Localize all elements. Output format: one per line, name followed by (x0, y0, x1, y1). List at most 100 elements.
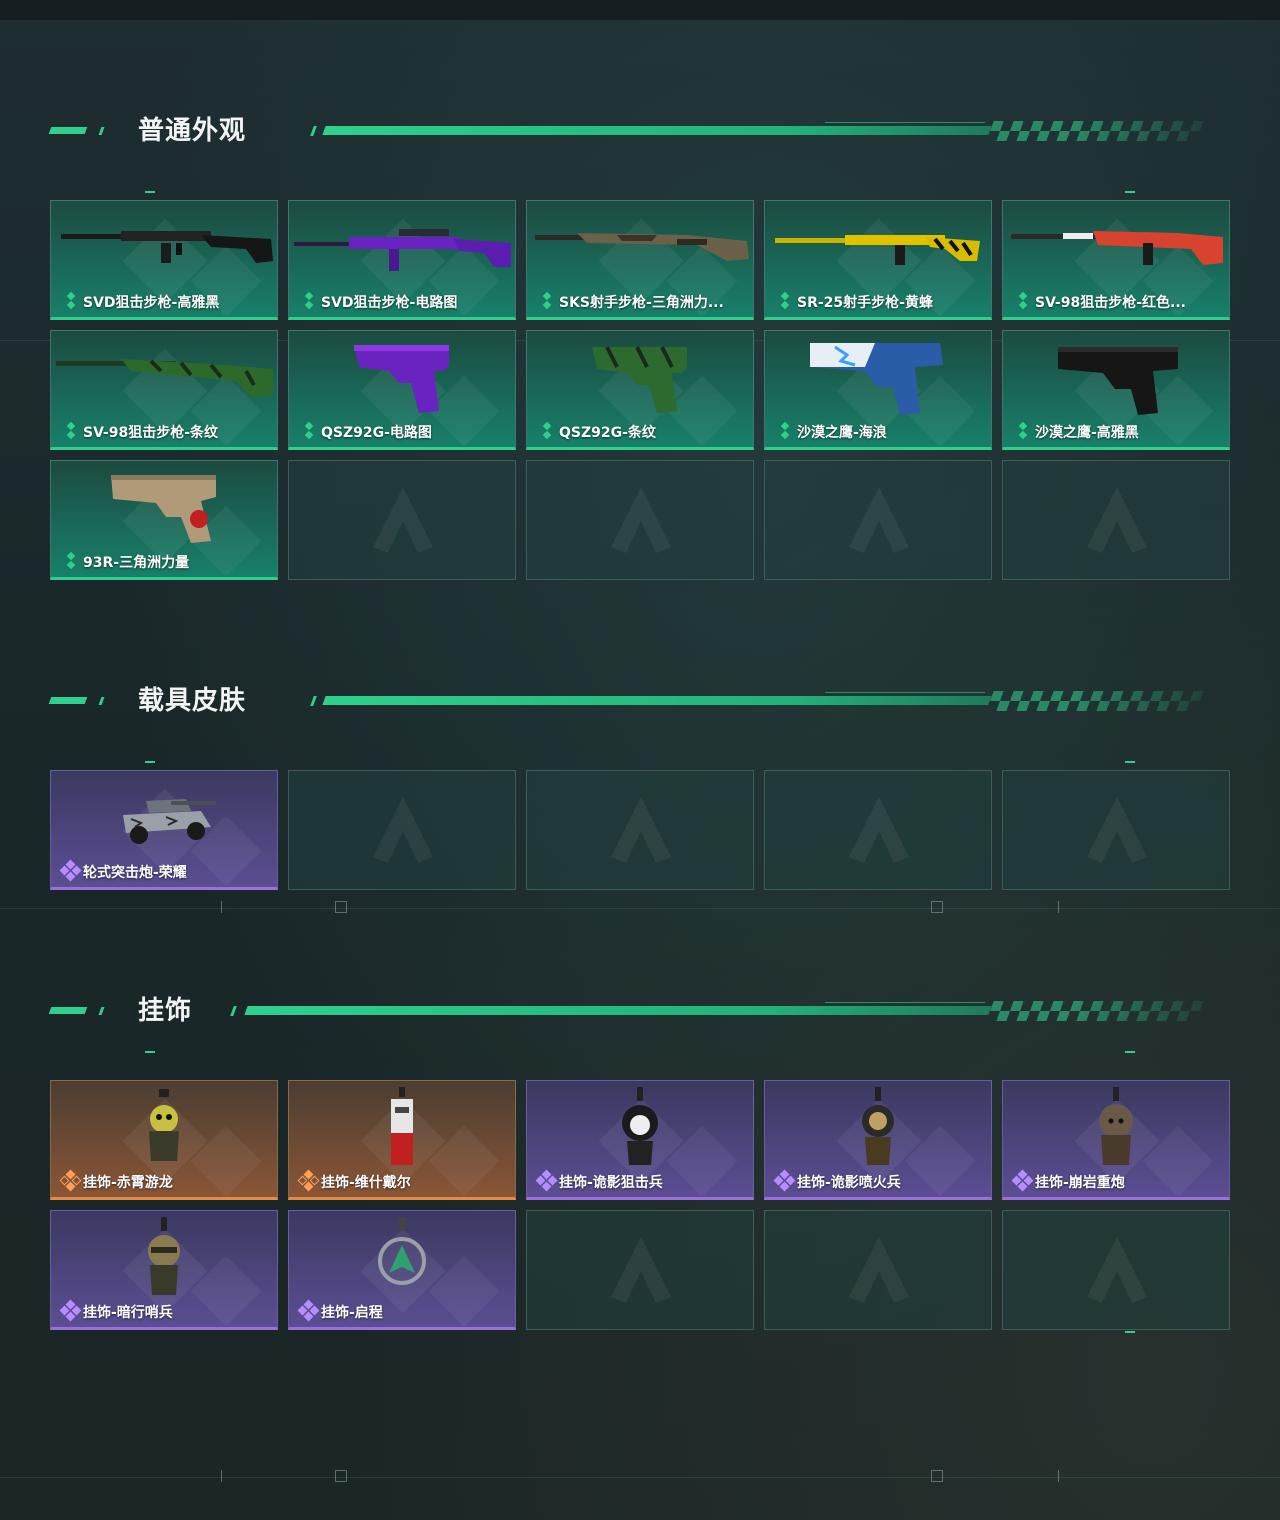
header-accent (310, 696, 317, 706)
item-card[interactable]: 挂饰-诡影喷火兵 (764, 1080, 992, 1200)
item-card[interactable]: 挂饰-维什戴尔 (288, 1080, 516, 1200)
header-accent (98, 1007, 105, 1015)
header-accent (825, 692, 985, 693)
charm-icon (148, 1217, 180, 1295)
decor-mark (145, 1051, 155, 1053)
decor-box (335, 901, 347, 913)
pistol-icon (111, 475, 216, 543)
decor-mark (1125, 1051, 1135, 1053)
item-label: 挂饰-诡影狙击兵 (559, 1175, 663, 1191)
item-label: 沙漠之鹰-高雅黑 (1035, 425, 1139, 441)
item-card[interactable]: 沙漠之鹰-高雅黑 (1002, 330, 1230, 450)
header-accent (98, 697, 105, 705)
item-card[interactable]: QSZ92G-电路图 (288, 330, 516, 450)
decor-line (0, 908, 1280, 909)
rarity-icon (59, 1299, 82, 1322)
delta-logo-icon (373, 797, 433, 863)
header-accent (825, 1002, 985, 1003)
header-accent (310, 126, 317, 136)
rarity-icon (65, 421, 77, 440)
decor-tick (1058, 901, 1059, 913)
section-header-charms: 挂饰 (48, 996, 1204, 1026)
header-accent (48, 697, 88, 704)
header-bar (322, 126, 992, 135)
item-card[interactable]: SVD狙击步枪-高雅黑 (50, 200, 278, 320)
header-accent (48, 1007, 88, 1014)
decor-mark (1125, 761, 1135, 763)
charm-icon (1099, 1087, 1133, 1165)
item-label: 轮式突击炮-荣耀 (83, 865, 187, 881)
vehicle-grid: 轮式突击炮-荣耀 (50, 770, 1230, 890)
decor-mark (145, 761, 155, 763)
empty-slot (526, 770, 754, 890)
header-accent (230, 1006, 237, 1016)
item-label: 挂饰-赤霄游龙 (83, 1175, 173, 1191)
decor-tick (221, 901, 222, 913)
rifle-icon (775, 235, 980, 265)
item-label: SVD狙击步枪-高雅黑 (83, 295, 220, 311)
header-accent (825, 122, 985, 123)
rarity-icon (297, 1299, 320, 1322)
item-label: SVD狙击步枪-电路图 (321, 295, 458, 311)
rarity-icon (59, 1169, 82, 1192)
item-label: SV-98狙击步枪-条纹 (83, 425, 219, 441)
item-label: 挂饰-诡影喷火兵 (797, 1175, 901, 1191)
decor-mark (1125, 1331, 1135, 1333)
delta-logo-icon (849, 797, 909, 863)
rarity-icon (65, 551, 77, 570)
empty-slot (764, 460, 992, 580)
vehicle-icon (123, 799, 216, 844)
section-title: 载具皮肤 (138, 686, 247, 716)
top-bar (0, 0, 1280, 20)
item-card[interactable]: SKS射手步枪-三角洲力... (526, 200, 754, 320)
empty-slot (526, 460, 754, 580)
decor-line (0, 1477, 1280, 1478)
empty-slot (526, 1210, 754, 1330)
header-checker (986, 121, 1204, 141)
delta-logo-icon (1087, 1237, 1147, 1303)
item-card[interactable]: 挂饰-赤霄游龙 (50, 1080, 278, 1200)
empty-slot (764, 770, 992, 890)
decor-tick (221, 1470, 222, 1482)
decor-mark (145, 191, 155, 193)
decor-tick (1058, 1470, 1059, 1482)
item-label: 挂饰-崩岩重炮 (1035, 1175, 1125, 1191)
item-card[interactable]: 轮式突击炮-荣耀 (50, 770, 278, 890)
item-card[interactable]: QSZ92G-条纹 (526, 330, 754, 450)
item-card[interactable]: SV-98狙击步枪-红色... (1002, 200, 1230, 320)
item-card[interactable]: 沙漠之鹰-海浪 (764, 330, 992, 450)
item-label: 沙漠之鹰-海浪 (797, 425, 887, 441)
delta-logo-icon (849, 1237, 909, 1303)
item-card[interactable]: 挂饰-诡影狙击兵 (526, 1080, 754, 1200)
rarity-icon (1017, 291, 1029, 310)
rarity-icon (297, 1169, 320, 1192)
charm-icon (862, 1087, 894, 1165)
delta-logo-icon (373, 487, 433, 553)
empty-slot (1002, 1210, 1230, 1330)
header-checker (986, 691, 1204, 711)
item-card[interactable]: SV-98狙击步枪-条纹 (50, 330, 278, 450)
pistol-icon (354, 345, 449, 413)
item-card[interactable]: 挂饰-崩岩重炮 (1002, 1080, 1230, 1200)
item-card[interactable]: SVD狙击步枪-电路图 (288, 200, 516, 320)
item-card[interactable]: 挂饰-启程 (288, 1210, 516, 1330)
header-bar (322, 696, 992, 705)
item-card[interactable]: 挂饰-暗行哨兵 (50, 1210, 278, 1330)
empty-slot (1002, 460, 1230, 580)
item-card[interactable]: SR-25射手步枪-黄蜂 (764, 200, 992, 320)
rarity-icon (779, 421, 791, 440)
item-label: 93R-三角洲力量 (83, 555, 190, 571)
rarity-icon (59, 859, 82, 882)
delta-logo-icon (849, 487, 909, 553)
item-label: SR-25射手步枪-黄蜂 (797, 295, 933, 311)
delta-logo-icon (1087, 797, 1147, 863)
rarity-icon (65, 291, 77, 310)
charm-icon (622, 1087, 658, 1165)
rarity-icon (1017, 421, 1029, 440)
header-bar (244, 1006, 992, 1015)
rarity-icon (541, 421, 553, 440)
empty-slot (1002, 770, 1230, 890)
section-title: 普通外观 (138, 116, 247, 146)
charm-grid: 挂饰-赤霄游龙 挂饰-维什戴尔 挂饰-诡影狙击兵 挂饰-诡影喷火兵 挂饰-崩岩重… (50, 1080, 1230, 1330)
item-card[interactable]: 93R-三角洲力量 (50, 460, 278, 580)
